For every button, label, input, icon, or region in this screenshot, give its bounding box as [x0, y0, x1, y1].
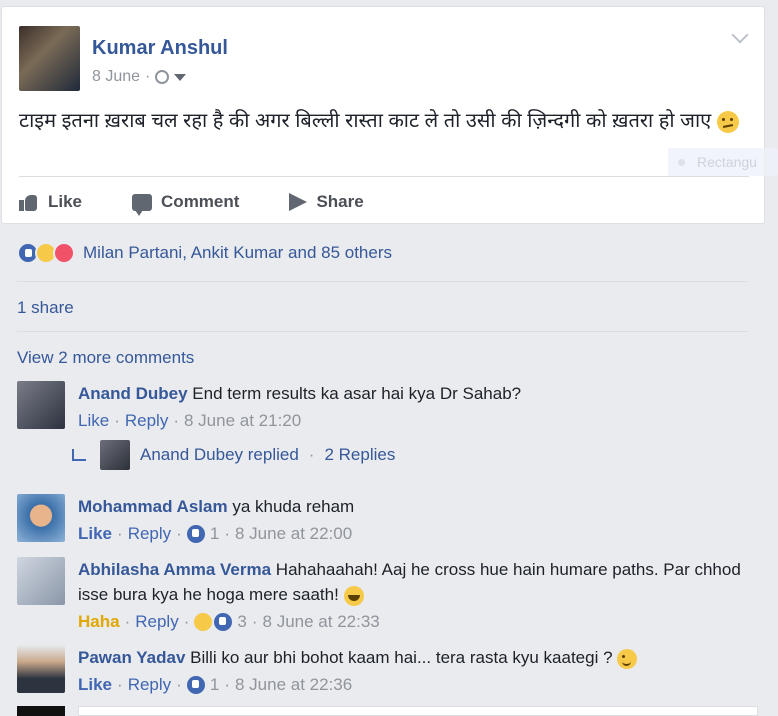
author-avatar[interactable] — [19, 26, 80, 91]
comment-time[interactable]: 8 June at 22:36 — [235, 672, 352, 697]
like-button[interactable]: Like — [19, 192, 82, 212]
comment-links: Like · Reply · 1 · 8 June at 22:36 — [78, 672, 748, 697]
comment-reply-link[interactable]: Reply — [128, 672, 171, 697]
comment-links: Like · Reply · 1 · 8 June at 22:00 — [78, 521, 748, 546]
view-more-comments[interactable]: View 2 more comments — [17, 348, 194, 368]
like-reaction-icon — [186, 524, 205, 543]
comment-like-link[interactable]: Like — [78, 408, 109, 433]
winking-emoji-icon — [617, 648, 638, 669]
comment-avatar[interactable] — [17, 381, 65, 429]
post-author[interactable]: Kumar Anshul — [92, 37, 228, 60]
haha-reaction-icon — [194, 612, 213, 631]
comment-haha-link[interactable]: Haha — [78, 609, 120, 634]
comment-avatar[interactable] — [17, 494, 65, 542]
comment-links: Haha · Reply · 3 · 8 June at 22:33 — [78, 609, 748, 634]
dot-icon — [678, 158, 685, 166]
ghost-overlay: Rectangu — [668, 148, 778, 176]
reply-arrow-icon — [72, 449, 86, 461]
comment-time[interactable]: 8 June at 22:00 — [235, 521, 352, 546]
comment-avatar[interactable] — [17, 645, 65, 693]
comment-links: Like · Reply · 8 June at 21:20 — [78, 408, 748, 433]
share-icon — [289, 193, 308, 211]
post-date[interactable]: 8 June — [92, 68, 140, 86]
share-button[interactable]: Share — [289, 192, 364, 212]
commenter-avatar — [17, 706, 65, 716]
comment-text: ya khuda reham — [232, 497, 355, 516]
meta-separator: · — [145, 68, 151, 85]
comment-avatar[interactable] — [17, 557, 65, 605]
thumbs-up-icon — [19, 194, 39, 211]
laughing-emoji-icon — [343, 585, 364, 606]
reactions-summary[interactable]: Milan Partani, Ankit Kumar and 85 others — [17, 242, 392, 264]
divider — [17, 331, 747, 332]
comment-text: End term results ka asar hai kya Dr Saha… — [192, 384, 522, 403]
love-reaction-icon — [53, 242, 75, 264]
audience-dropdown-icon[interactable] — [174, 73, 187, 81]
comment-author[interactable]: Abhilasha Amma Verma — [78, 560, 271, 579]
comment-time[interactable]: 8 June at 21:20 — [184, 408, 301, 433]
comment-reply-link[interactable]: Reply — [125, 408, 168, 433]
comment-text: Billi ko aur bhi bohot kaam hai... tera … — [190, 648, 613, 667]
chevron-down-icon[interactable] — [731, 26, 749, 44]
like-reaction-icon — [186, 675, 205, 694]
replies-link[interactable]: Anand Dubey replied · 2 Replies — [72, 440, 395, 470]
post-card: Kumar Anshul 8 June · टाइम इतना ख़राब चल… — [1, 6, 765, 224]
globe-icon[interactable] — [155, 70, 170, 84]
post-text: टाइम इतना ख़राब चल रहा है की अगर बिल्ली … — [19, 107, 754, 136]
post-meta: 8 June · — [92, 68, 187, 86]
comment-reply-link[interactable]: Reply — [128, 521, 171, 546]
shares-count[interactable]: 1 share — [17, 298, 74, 318]
reaction-count[interactable]: 3 — [237, 609, 246, 634]
confused-emoji-icon — [716, 110, 739, 133]
comment-button[interactable]: Comment — [132, 192, 239, 216]
comment-reply-link[interactable]: Reply — [135, 609, 178, 634]
divider — [17, 281, 747, 282]
reaction-count[interactable]: 1 — [210, 672, 219, 697]
comment-author[interactable]: Pawan Yadav — [78, 648, 185, 667]
divider — [19, 176, 749, 177]
reaction-names[interactable]: Milan Partani, Ankit Kumar and 85 others — [83, 243, 392, 263]
comment-time[interactable]: 8 June at 22:33 — [263, 609, 380, 634]
comment-author[interactable]: Anand Dubey — [78, 384, 188, 403]
reply-avatar — [100, 440, 130, 470]
like-reaction-icon — [214, 612, 233, 631]
comment-icon — [132, 193, 153, 216]
comment-input[interactable] — [78, 706, 758, 716]
reaction-count[interactable]: 1 — [210, 521, 219, 546]
comment-like-link[interactable]: Like — [78, 672, 112, 697]
post-actions: Like Comment Share — [19, 192, 414, 216]
comment-like-link[interactable]: Like — [78, 521, 112, 546]
comment-author[interactable]: Mohammad Aslam — [78, 497, 228, 516]
